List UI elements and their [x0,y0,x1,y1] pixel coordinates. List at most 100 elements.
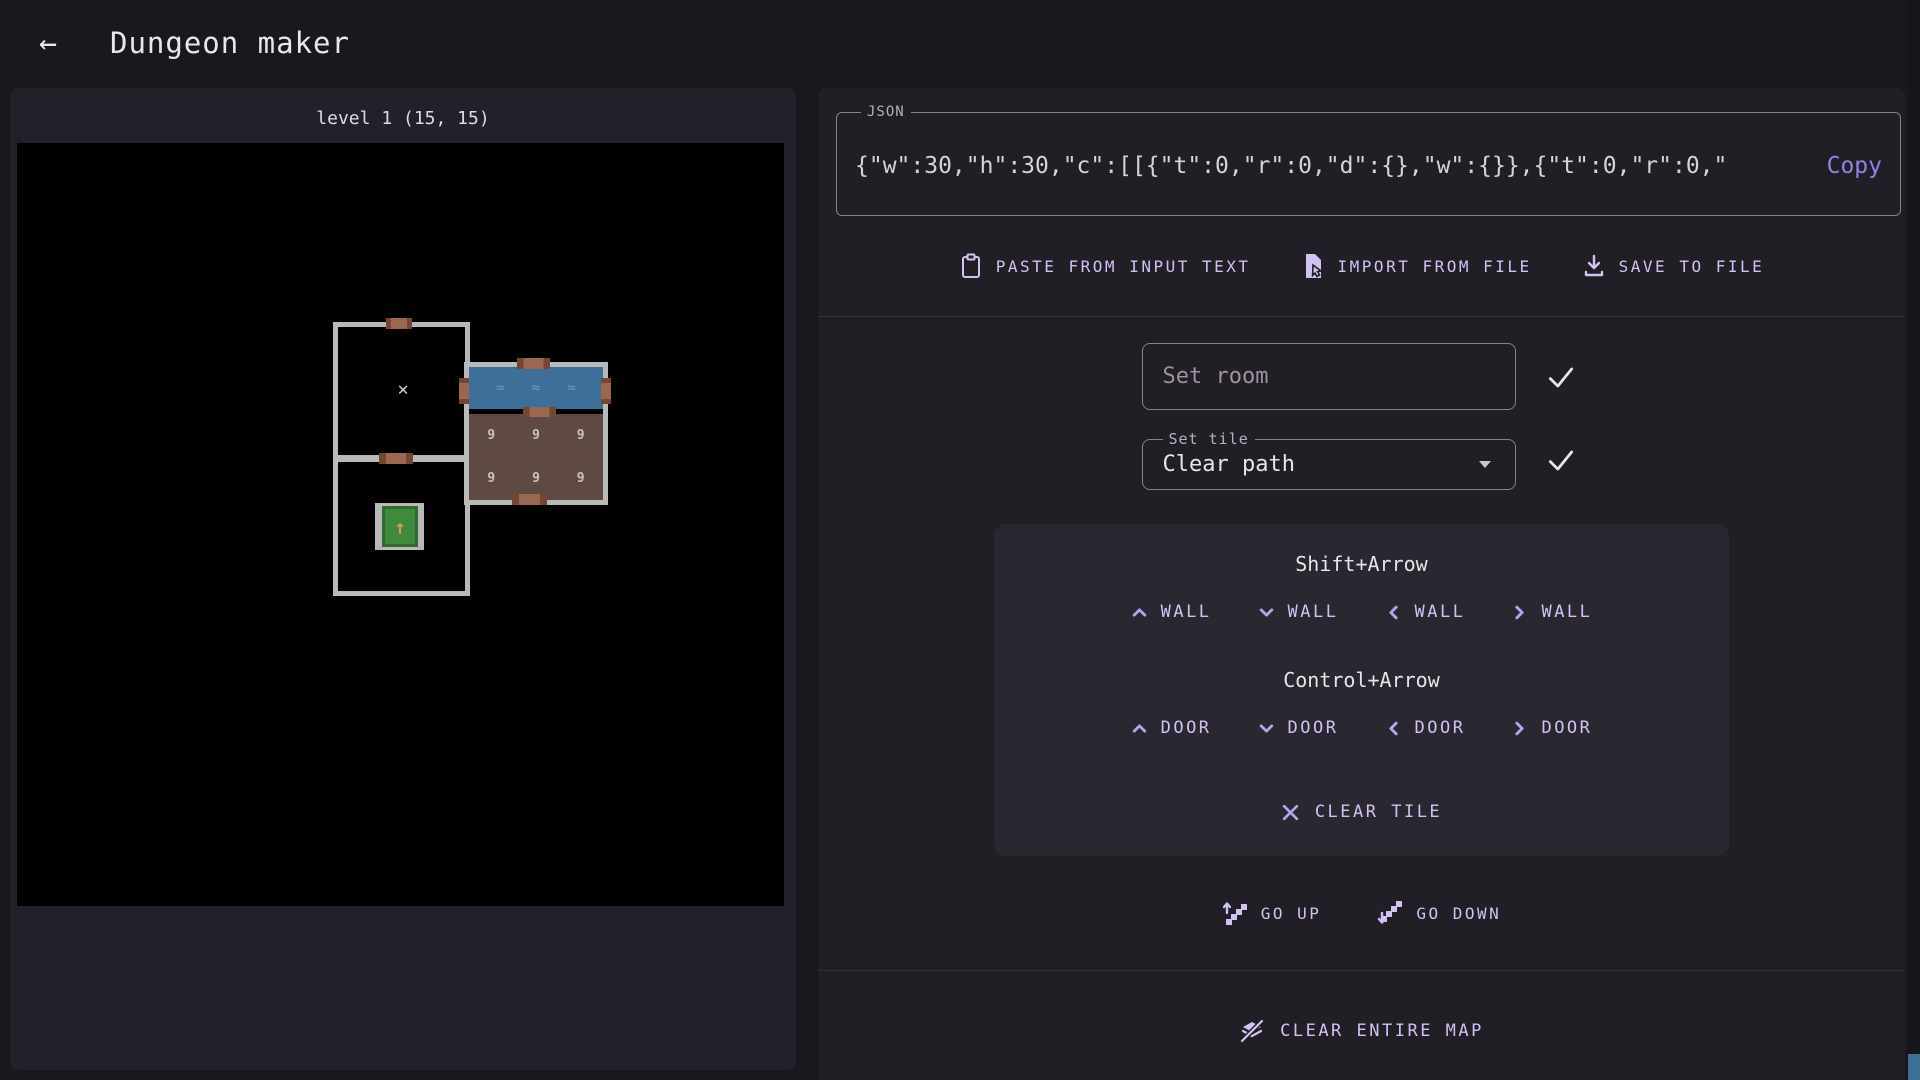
go-down-label: GO DOWN [1416,904,1501,923]
wall-down-label: WALL [1288,602,1339,622]
check-icon [1545,361,1577,393]
go-up-label: GO UP [1261,904,1322,923]
confirm-room-button[interactable] [1540,356,1582,398]
stairs-up-icon [1222,900,1248,926]
set-tile-label: Set tile [1163,430,1255,448]
set-tile-row: Set tile Clear path [818,430,1905,490]
stairs-up-tile: ↑ [375,503,424,550]
door [517,358,550,369]
furnished-room: 9 9 9 9 9 9 [469,414,603,500]
clear-map-label: CLEAR ENTIRE MAP [1280,1021,1484,1041]
control-panel: JSON {"w":30,"h":30,"c":[[{"t":0,"r":0,"… [818,88,1905,1080]
door-down-label: DOOR [1288,718,1339,738]
water-icon: ≈ [532,380,540,396]
wall-down-button[interactable]: WALL [1258,602,1339,622]
caret-down-icon [1479,461,1491,468]
door [601,378,611,404]
chevron-right-icon [1511,720,1528,737]
shift-arrow-heading: Shift+Arrow [994,552,1729,576]
door-right-label: DOOR [1541,718,1592,738]
import-label: IMPORT FROM FILE [1338,257,1532,276]
dungeon-maker-app: ← Dungeon maker level 1 (15, 15) ≈ ≈ ≈ 9… [0,0,1920,1080]
scrollbar-track[interactable] [1908,0,1920,1080]
door-down-button[interactable]: DOOR [1258,718,1339,738]
import-from-file-button[interactable]: IMPORT FROM FILE [1301,253,1532,279]
wall-right-button[interactable]: WALL [1511,602,1592,622]
json-field-label: JSON [861,104,911,120]
furniture-icon: 9 [532,471,540,486]
set-tile-select[interactable]: Set tile Clear path [1142,430,1516,490]
wall-up-button[interactable]: WALL [1131,602,1212,622]
water-room: ≈ ≈ ≈ [469,367,603,409]
chevron-right-icon [1511,604,1528,621]
clear-map-row: CLEAR ENTIRE MAP [818,1018,1905,1044]
chevron-left-icon [1385,604,1402,621]
confirm-tile-button[interactable] [1540,439,1582,481]
furniture-icon: 9 [577,471,585,486]
save-label: SAVE TO FILE [1619,257,1765,276]
clear-tile-button[interactable]: CLEAR TILE [1281,802,1442,822]
page-title: Dungeon maker [110,26,350,60]
back-button[interactable]: ← [26,22,70,66]
paste-label: PASTE FROM INPUT TEXT [996,257,1251,276]
topbar: ← Dungeon maker [0,0,1920,86]
door-up-label: DOOR [1161,718,1212,738]
room-block-right: ≈ ≈ ≈ 9 9 9 9 9 9 [464,362,608,505]
stairs-up-arrow-icon: ↑ [394,515,406,539]
control-arrow-heading: Control+Arrow [994,668,1729,692]
copy-button[interactable]: Copy [1827,153,1882,179]
door [459,378,469,404]
set-room-input[interactable] [1142,343,1516,410]
wall-up-label: WALL [1161,602,1212,622]
door-left-button[interactable]: DOOR [1385,718,1466,738]
stairs-up-pad: ↑ [382,506,418,547]
set-room-row [818,343,1905,410]
go-down-button[interactable]: GO DOWN [1377,900,1501,926]
map-panel: level 1 (15, 15) ≈ ≈ ≈ 9 9 9 9 9 9 [10,88,796,1070]
save-to-file-button[interactable]: SAVE TO FILE [1582,253,1765,279]
wall-right-label: WALL [1541,602,1592,622]
door [379,453,413,464]
wall-left-button[interactable]: WALL [1385,602,1466,622]
door [386,318,412,329]
paste-from-input-button[interactable]: PASTE FROM INPUT TEXT [959,253,1251,279]
level-label: level 1 (15, 15) [10,108,796,129]
clear-tile-label: CLEAR TILE [1315,802,1442,822]
water-icon: ≈ [496,380,504,396]
json-actions: PASTE FROM INPUT TEXT IMPORT FROM FILE S… [818,216,1905,316]
clipboard-icon [959,253,983,279]
file-import-icon [1301,253,1325,279]
divider [818,970,1905,971]
divider [818,316,1905,317]
clear-entire-map-button[interactable]: CLEAR ENTIRE MAP [1239,1018,1484,1044]
wall-left-label: WALL [1415,602,1466,622]
go-up-button[interactable]: GO UP [1222,900,1322,926]
door-left-label: DOOR [1415,718,1466,738]
furniture-icon: 9 [577,428,585,443]
x-icon [1281,803,1300,822]
download-icon [1582,253,1606,279]
chevron-left-icon [1385,720,1402,737]
furniture-icon: 9 [532,428,540,443]
json-content[interactable]: {"w":30,"h":30,"c":[[{"t":0,"r":0,"d":{}… [855,153,1807,179]
layers-off-icon [1239,1018,1265,1044]
check-icon [1545,444,1577,476]
furniture-icon: 9 [487,471,495,486]
level-nav-row: GO UP GO DOWN [818,900,1905,926]
chevron-down-icon [1258,720,1275,737]
door [523,407,556,417]
scrollbar-thumb[interactable] [1908,1054,1920,1080]
chevron-up-icon [1131,604,1148,621]
keyboard-shortcuts-card: Shift+Arrow WALL WALL WALL WALL [994,524,1729,856]
tile-marker: ✕ [393,380,413,400]
json-field: JSON {"w":30,"h":30,"c":[[{"t":0,"r":0,"… [836,104,1901,216]
chevron-down-icon [1258,604,1275,621]
door-right-button[interactable]: DOOR [1511,718,1592,738]
set-tile-value: Clear path [1163,452,1295,477]
door [512,494,547,505]
door-buttons-row: DOOR DOOR DOOR DOOR [994,718,1729,738]
arrow-left-icon: ← [39,26,57,61]
door-up-button[interactable]: DOOR [1131,718,1212,738]
map-canvas[interactable]: ≈ ≈ ≈ 9 9 9 9 9 9 ✕ [17,143,784,906]
water-icon: ≈ [567,380,575,396]
